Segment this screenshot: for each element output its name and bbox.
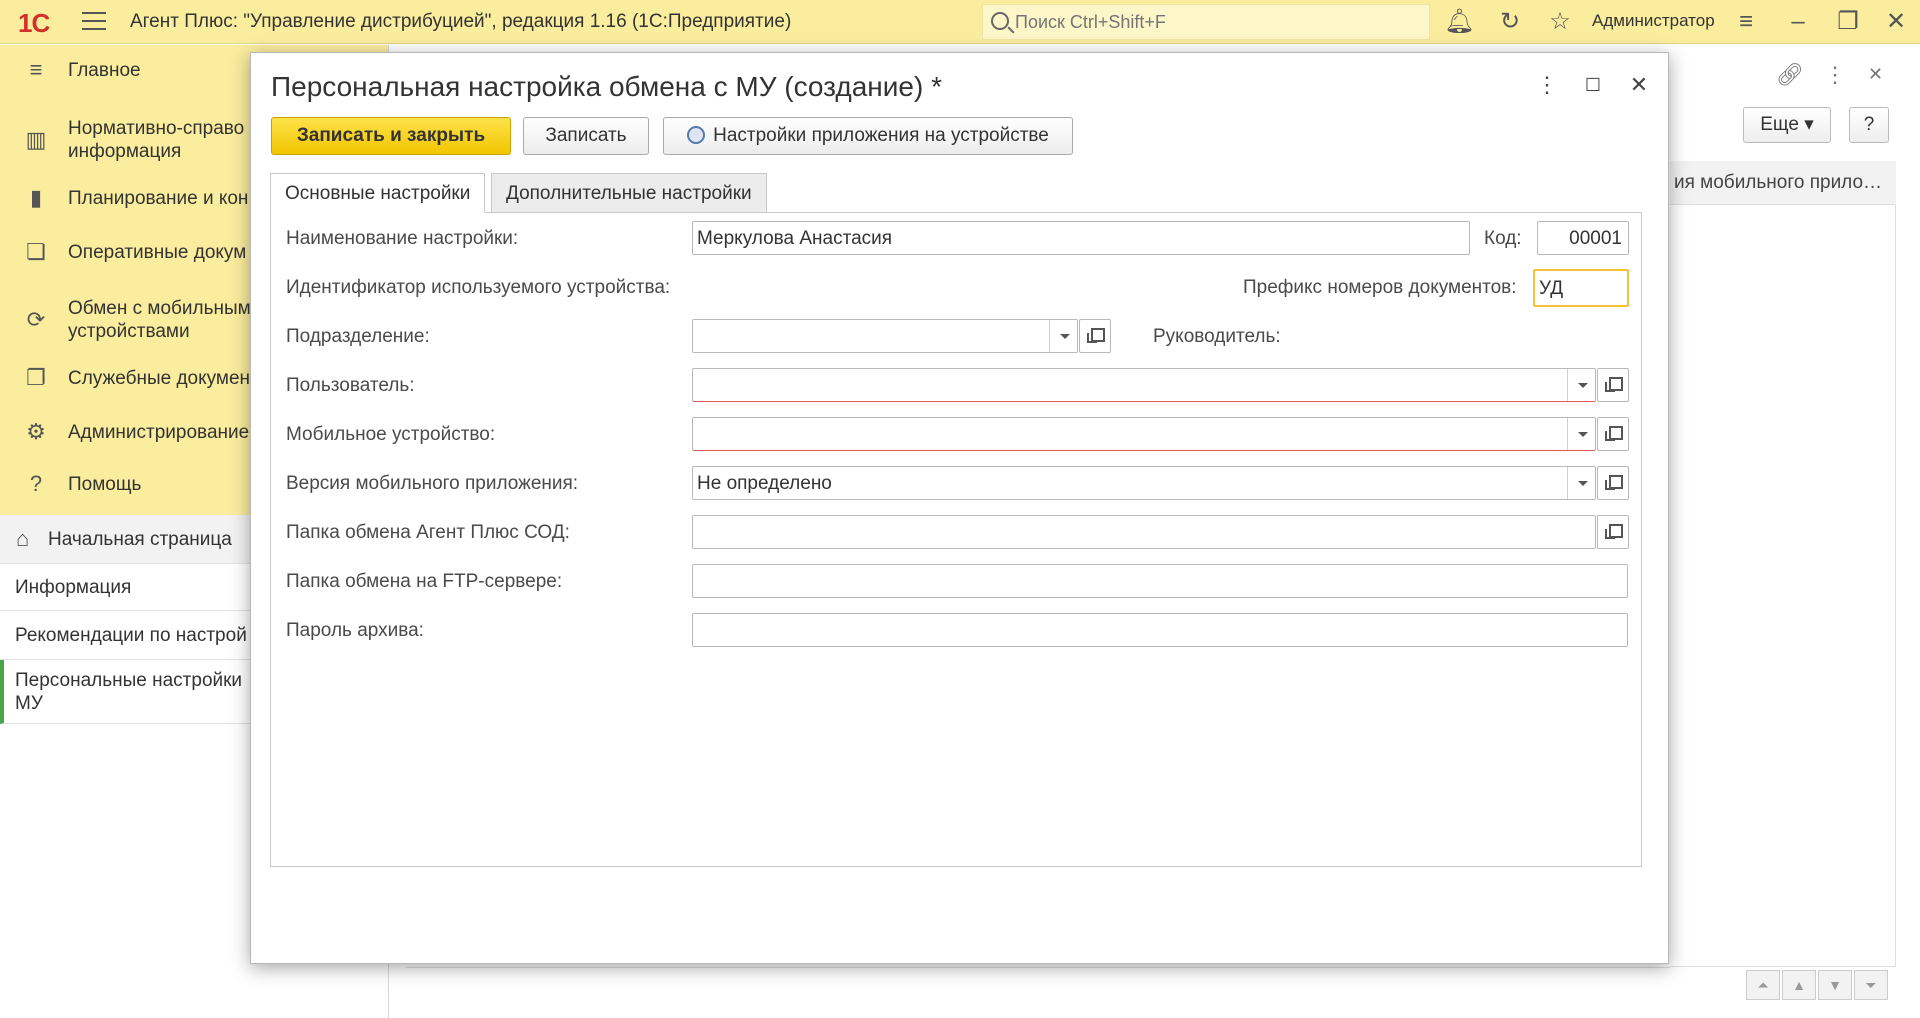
- user-dropdown-icon[interactable]: [1567, 369, 1595, 401]
- close-icon[interactable]: ✕: [1882, 8, 1910, 36]
- user-name[interactable]: Администратор: [1592, 11, 1715, 31]
- app-version-select[interactable]: Не определено: [692, 466, 1629, 500]
- restore-icon[interactable]: ❐: [1834, 8, 1862, 36]
- service-docs-icon: ❐: [26, 365, 46, 390]
- division-open-icon[interactable]: [1079, 319, 1111, 353]
- menu-lines-icon: ≡: [29, 57, 43, 82]
- bar-chart-icon: ▮: [29, 185, 43, 210]
- main-menu-icon[interactable]: [82, 12, 106, 32]
- name-input[interactable]: Меркулова Анастасия: [692, 221, 1470, 255]
- next-page-icon[interactable]: ▼: [1818, 970, 1852, 1000]
- table-bottom-border: [406, 967, 1670, 968]
- code-label: Код:: [1484, 228, 1522, 249]
- title-bar: 1С Агент Плюс: "Управление дистрибуцией"…: [0, 0, 1920, 44]
- ftp-folder-label: Папка обмена на FTP-сервере:: [286, 571, 563, 592]
- gear-icon: ⚙: [26, 419, 46, 444]
- settings-gear-icon: [687, 126, 706, 144]
- app-title: Агент Плюс: "Управление дистрибуцией", р…: [130, 11, 792, 32]
- dialog-more-icon[interactable]: ⋮: [1533, 71, 1561, 99]
- link-icon[interactable]: 🔗︎: [1776, 62, 1804, 88]
- search-input[interactable]: [1015, 9, 1415, 35]
- app-version-label: Версия мобильного приложения:: [286, 473, 579, 494]
- main-settings-panel: Наименование настройки: Меркулова Анаста…: [270, 212, 1642, 867]
- tab-additional-settings[interactable]: Дополнительные настройки: [491, 173, 767, 213]
- exchange-folder-label: Папка обмена Агент Плюс СОД:: [286, 522, 570, 543]
- manager-label: Руководитель:: [1153, 326, 1281, 347]
- list-table[interactable]: [1670, 205, 1896, 967]
- name-label: Наименование настройки:: [286, 228, 519, 249]
- division-label: Подразделение:: [286, 326, 430, 347]
- more-button[interactable]: Еще ▾: [1743, 107, 1831, 143]
- dialog-maximize-icon[interactable]: ☐: [1579, 71, 1607, 99]
- exchange-folder-input[interactable]: [692, 515, 1629, 549]
- column-header-app-version[interactable]: ия мобильного прило…: [1670, 161, 1896, 205]
- mobile-device-select[interactable]: [692, 417, 1629, 451]
- app-version-dropdown-icon[interactable]: [1567, 467, 1595, 499]
- documents-icon: ❏: [26, 239, 46, 264]
- app-version-open-icon[interactable]: [1597, 466, 1629, 500]
- last-page-icon[interactable]: ⏷: [1854, 970, 1888, 1000]
- sync-icon: ⟳: [26, 307, 46, 332]
- code-input[interactable]: 00001: [1537, 221, 1629, 255]
- save-and-close-button[interactable]: Записать и закрыть: [271, 117, 511, 155]
- star-icon[interactable]: ☆: [1546, 8, 1574, 36]
- first-page-icon[interactable]: ⏶: [1746, 970, 1780, 1000]
- reference-icon: ▥: [25, 127, 47, 152]
- prev-page-icon[interactable]: ▲: [1782, 970, 1816, 1000]
- dialog-close-icon[interactable]: ✕: [1625, 71, 1653, 99]
- archive-password-input[interactable]: [692, 613, 1628, 647]
- user-label: Пользователь:: [286, 375, 415, 396]
- prefix-label: Префикс номеров документов:: [1243, 277, 1517, 298]
- division-select[interactable]: [692, 319, 1111, 353]
- help-button[interactable]: ?: [1849, 107, 1889, 143]
- 1c-logo[interactable]: 1С: [18, 8, 50, 39]
- device-id-label: Идентификатор используемого устройства:: [286, 277, 671, 298]
- app-settings-button[interactable]: Настройки приложения на устройстве: [663, 117, 1073, 155]
- question-icon: ?: [29, 471, 43, 496]
- minimize-icon[interactable]: –: [1784, 8, 1812, 36]
- mobile-device-label: Мобильное устройство:: [286, 424, 496, 445]
- dialog-title: Персональная настройка обмена с МУ (созд…: [271, 71, 942, 102]
- user-open-icon[interactable]: [1597, 368, 1629, 402]
- mobile-device-dropdown-icon[interactable]: [1567, 418, 1595, 450]
- settings-dialog: Персональная настройка обмена с МУ (созд…: [250, 52, 1669, 964]
- bell-icon[interactable]: 🔔︎: [1444, 8, 1474, 36]
- tab-main-settings[interactable]: Основные настройки: [270, 173, 486, 213]
- search-box[interactable]: [982, 4, 1430, 40]
- exchange-folder-open-icon[interactable]: [1597, 515, 1629, 549]
- ftp-folder-input[interactable]: [692, 564, 1628, 598]
- user-select[interactable]: [692, 368, 1629, 402]
- archive-password-label: Пароль архива:: [286, 620, 424, 641]
- history-icon[interactable]: ↻: [1496, 8, 1524, 36]
- search-icon: [991, 12, 1009, 30]
- division-dropdown-icon[interactable]: [1049, 320, 1077, 352]
- more-actions-icon[interactable]: ⋮: [1824, 62, 1846, 88]
- settings-menu-icon[interactable]: ≡: [1732, 8, 1760, 36]
- mobile-device-open-icon[interactable]: [1597, 417, 1629, 451]
- save-button[interactable]: Записать: [523, 117, 649, 155]
- home-icon: ⌂: [16, 526, 30, 551]
- form-close-icon[interactable]: ✕: [1868, 64, 1883, 85]
- prefix-input[interactable]: УД: [1533, 269, 1629, 307]
